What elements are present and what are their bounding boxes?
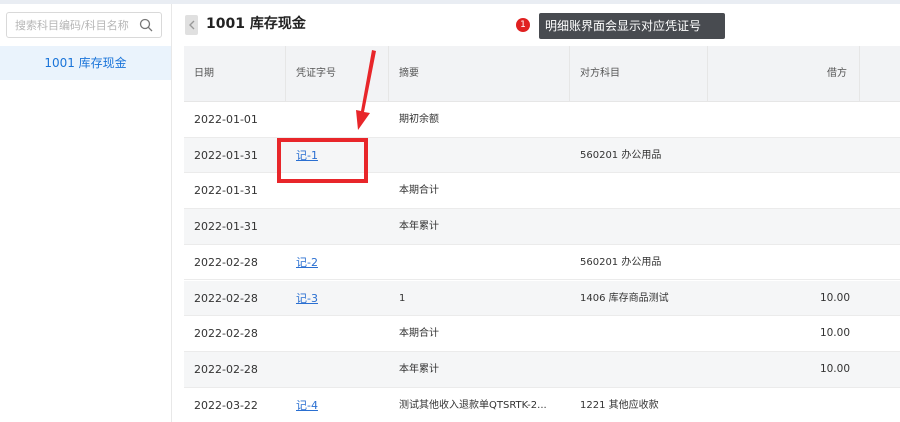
summary-cell: 本期合计 <box>399 185 439 197</box>
date-cell: 2022-01-31 <box>194 148 258 162</box>
table-row[interactable]: 2022-02-28 本期合计 10.00 <box>184 316 900 352</box>
column-header-debit: 借方 <box>708 46 860 102</box>
summary-cell: 本年累计 <box>399 363 439 375</box>
account-cell <box>580 102 710 137</box>
page-header: 1001 库存现金 1 明细账界面会显示对应凭证号 <box>172 4 900 44</box>
account-cell: 1406 库存商品测试 <box>580 292 669 304</box>
debit-cell: 10.00 <box>819 362 850 375</box>
column-header-date: 日期 <box>184 46 286 102</box>
debit-cell <box>710 173 850 208</box>
table-row[interactable]: 2022-02-28 记-3 1 1406 库存商品测试 10.00 <box>184 280 900 317</box>
table-row[interactable]: 2022-01-31 本年累计 <box>184 209 900 245</box>
sidebar: 1001 库存现金 <box>0 4 172 422</box>
debit-cell <box>710 138 850 173</box>
voucher-link <box>296 316 376 351</box>
table-row[interactable]: 2022-01-01 期初余额 <box>184 102 900 138</box>
summary-cell: 1 <box>399 292 406 304</box>
column-header-summary: 摘要 <box>389 46 570 102</box>
sidebar-item-1001[interactable]: 1001 库存现金 <box>0 46 171 80</box>
voucher-link[interactable]: 记-2 <box>296 245 376 280</box>
date-cell: 2022-01-31 <box>194 184 258 198</box>
date-cell: 2022-02-28 <box>194 362 258 376</box>
summary-cell: 测试其他收入退款单QTSRTK-2... <box>399 399 547 411</box>
voucher-link[interactable]: 记-4 <box>296 388 376 422</box>
voucher-link[interactable]: 记-3 <box>296 281 376 316</box>
account-cell <box>580 209 710 244</box>
debit-cell <box>710 388 850 422</box>
page-title: 1001 库存现金 <box>206 16 306 32</box>
table-row[interactable]: 2022-03-22 记-4 测试其他收入退款单QTSRTK-2... 1221 其他… <box>184 388 900 422</box>
table-row[interactable]: 2022-02-28 记-2 560201 办公用品 <box>184 245 900 281</box>
account-cell: 1221 其他应收款 <box>580 399 659 411</box>
chevron-left-icon <box>189 20 195 30</box>
date-cell: 2022-01-01 <box>194 113 258 126</box>
summary-cell: 期初余额 <box>399 114 439 125</box>
debit-cell <box>710 245 850 280</box>
summary-cell: 本年累计 <box>399 221 439 233</box>
account-cell: 560201 办公用品 <box>580 149 662 161</box>
date-cell: 2022-03-22 <box>194 398 258 412</box>
date-cell: 2022-01-31 <box>194 220 258 234</box>
debit-cell: 10.00 <box>819 291 850 304</box>
column-header-account: 对方科目 <box>570 46 708 102</box>
search-box[interactable] <box>6 12 162 38</box>
annotation-arrow-icon <box>356 50 376 130</box>
annotation-tooltip: 明细账界面会显示对应凭证号 <box>539 13 725 39</box>
table-row[interactable]: 2022-02-28 本年累计 10.00 <box>184 351 900 388</box>
search-icon[interactable] <box>139 18 153 32</box>
debit-cell <box>710 209 850 244</box>
summary-cell <box>399 245 569 280</box>
voucher-link <box>296 352 376 387</box>
account-cell <box>580 316 710 351</box>
date-cell: 2022-02-28 <box>194 291 258 305</box>
date-cell: 2022-02-28 <box>194 327 258 341</box>
account-cell <box>580 352 710 387</box>
account-cell: 560201 办公用品 <box>580 256 662 268</box>
voucher-highlight-box <box>277 138 368 183</box>
table-header: 日期 凭证字号 摘要 对方科目 借方 <box>184 46 900 102</box>
voucher-link <box>296 209 376 244</box>
account-cell <box>580 173 710 208</box>
debit-cell <box>710 102 850 137</box>
back-button[interactable] <box>185 15 198 35</box>
date-cell: 2022-02-28 <box>194 255 258 269</box>
step-badge: 1 <box>516 18 530 32</box>
summary-cell <box>399 138 569 173</box>
search-input[interactable] <box>15 17 139 33</box>
ledger-table: 日期 凭证字号 摘要 对方科目 借方 2022-01-01 期初余额 2022-01… <box>184 46 900 422</box>
debit-cell: 10.00 <box>819 327 850 340</box>
summary-cell: 本期合计 <box>399 328 439 340</box>
